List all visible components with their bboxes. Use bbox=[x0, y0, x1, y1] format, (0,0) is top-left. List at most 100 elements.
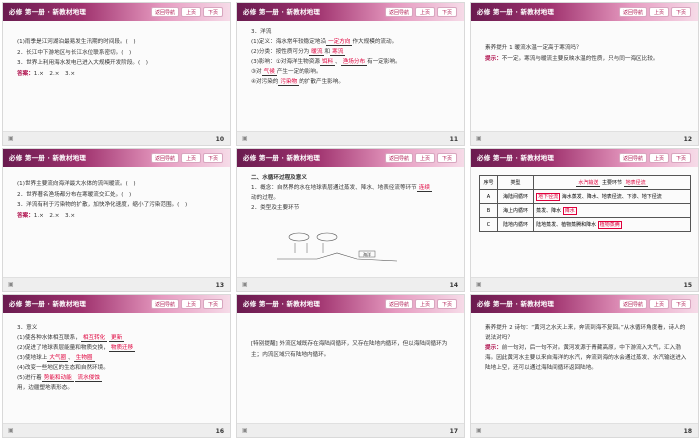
prev-page-button[interactable]: 上页 bbox=[181, 7, 201, 17]
header-title: 必修 第一册 · 新教材地理 bbox=[477, 300, 555, 308]
fill-blank: 大气圈 bbox=[47, 355, 69, 362]
header-title: 必修 第一册 · 新教材地理 bbox=[9, 300, 87, 308]
slide-thumbnail-10[interactable]: 必修 第一册 · 新教材地理 返回导航 上页 下页 (1)雨季是江河湖泊最易发生… bbox=[2, 2, 231, 146]
fill-blank: 一定方向 bbox=[326, 39, 353, 46]
text-line: 动的过程。 bbox=[251, 195, 279, 201]
return-nav-button[interactable]: 返回导航 bbox=[619, 299, 647, 309]
text-line: 作大规模的流动。 bbox=[352, 39, 398, 45]
water-cycle-diagram: 海洋 bbox=[277, 232, 397, 262]
next-page-button[interactable]: 下页 bbox=[203, 153, 223, 163]
next-page-button[interactable]: 下页 bbox=[671, 299, 691, 309]
table-cell: 蒸发、降水 降水 bbox=[533, 203, 691, 218]
answer-text: 1.× 2.× 3.× bbox=[33, 70, 76, 77]
prev-page-button[interactable]: 上页 bbox=[415, 299, 435, 309]
header-title: 必修 第一册 · 新教材地理 bbox=[477, 8, 555, 16]
text-line: 2．长江中下游地区与长江水位联系密切。( ) bbox=[17, 49, 132, 56]
slide-thumbnail-15[interactable]: 必修 第一册 · 新教材地理 返回导航 上页 下页 序号 类型 水汽输送 主要环… bbox=[470, 148, 699, 292]
prev-page-button[interactable]: 上页 bbox=[649, 299, 669, 309]
tip-text: [特别提醒] 外流区域既存在海陆间循环，又存在陆地内循环，但以海陆间循环为主；内… bbox=[251, 341, 448, 358]
header-title: 必修 第一册 · 新教材地理 bbox=[477, 154, 555, 162]
text-line: 有一定影响。 bbox=[367, 59, 401, 65]
fill-blank: 水汽输送 bbox=[576, 180, 601, 187]
slide-thumbnail-11[interactable]: 必修 第一册 · 新教材地理 返回导航 上页 下页 3．洋流 (1)定义：海水常… bbox=[236, 2, 465, 146]
prev-page-button[interactable]: 上页 bbox=[649, 7, 669, 17]
fill-blank: 势能和动能 bbox=[41, 375, 74, 382]
slide-body: 二、水循环过程及意义 1．概念：自然界的水在地球表层通过蒸发、降水、地表径流等环… bbox=[251, 173, 454, 213]
fill-blank: 生物圈 bbox=[73, 355, 95, 362]
prev-page-button[interactable]: 上页 bbox=[649, 153, 669, 163]
slide-thumbnail-16[interactable]: 必修 第一册 · 新教材地理 返回导航 上页 下页 3．意义 (1)使各种水体相… bbox=[2, 294, 231, 438]
next-page-button[interactable]: 下页 bbox=[203, 7, 223, 17]
text-line: (1)使各种水体相互联系， bbox=[17, 335, 81, 341]
slide-footer: ▣ 13 bbox=[3, 277, 230, 291]
return-nav-button[interactable]: 返回导航 bbox=[619, 7, 647, 17]
text-line: (1)雨季是江河湖泊最易发生汛期的时间段。( ) bbox=[17, 39, 136, 45]
slide-thumbnail-14[interactable]: 必修 第一册 · 新教材地理 返回导航 上页 下页 二、水循环过程及意义 1．概… bbox=[236, 148, 465, 292]
table-header-row: 序号 类型 水汽输送 主要环节 地表径流 bbox=[478, 175, 691, 190]
text-line: 1．概念：自然界的水在地球表层通过蒸发、降水、地表径流等环节 bbox=[251, 185, 417, 191]
prev-page-button[interactable]: 上页 bbox=[181, 299, 201, 309]
slide-thumbnail-13[interactable]: 必修 第一册 · 新教材地理 返回导航 上页 下页 (1)世界主要流向海洋最大水… bbox=[2, 148, 231, 292]
table-cell: A bbox=[478, 189, 499, 204]
next-page-button[interactable]: 下页 bbox=[671, 153, 691, 163]
ppt-icon: ▣ bbox=[476, 281, 482, 288]
text-line: 3．洋流 bbox=[251, 29, 272, 35]
prev-page-button[interactable]: 上页 bbox=[181, 153, 201, 163]
slide-body: 3．意义 (1)使各种水体相互联系， 相互转化 更新 (2)促进了地球表层能量和物… bbox=[17, 323, 220, 393]
return-nav-button[interactable]: 返回导航 bbox=[385, 299, 413, 309]
slide-footer: ▣ 16 bbox=[3, 423, 230, 437]
slide-body: [特别提醒] 外流区域既存在海陆间循环，又存在陆地内循环，但以海陆间循环为主；内… bbox=[251, 339, 454, 361]
fill-blank: 地下径流 bbox=[536, 193, 561, 201]
next-page-button[interactable]: 下页 bbox=[437, 299, 457, 309]
ppt-icon: ▣ bbox=[8, 427, 14, 434]
text-line: 产生一定的影响。 bbox=[276, 69, 322, 75]
fill-blank: 气候 bbox=[261, 69, 277, 76]
slide-thumbnail-12[interactable]: 必修 第一册 · 新教材地理 返回导航 上页 下页 素养提升 1 暖流水温一定高… bbox=[470, 2, 699, 146]
slide-header: 必修 第一册 · 新教材地理 返回导航 上页 下页 bbox=[471, 295, 698, 313]
fill-blank: 渔场分布 bbox=[340, 59, 368, 66]
next-page-button[interactable]: 下页 bbox=[437, 7, 457, 17]
prev-page-button[interactable]: 上页 bbox=[415, 7, 435, 17]
return-nav-button[interactable]: 返回导航 bbox=[385, 153, 413, 163]
text-line: (2)分类：按性质可分为 bbox=[251, 49, 310, 55]
header-title: 必修 第一册 · 新教材地理 bbox=[243, 154, 321, 162]
text-line: (3)使地球上 bbox=[17, 355, 48, 361]
fill-blank: 降水 bbox=[562, 207, 577, 215]
slide-thumbnail-18[interactable]: 必修 第一册 · 新教材地理 返回导航 上页 下页 素养提升 2 诗句：“黄河之… bbox=[470, 294, 699, 438]
page-number: 10 bbox=[215, 136, 224, 143]
table-cell: 海陆间循环 bbox=[497, 189, 535, 204]
slide-footer: ▣ 18 bbox=[471, 423, 698, 437]
ppt-icon: ▣ bbox=[242, 281, 248, 288]
return-nav-button[interactable]: 返回导航 bbox=[151, 299, 179, 309]
slide-footer: ▣ 12 bbox=[471, 131, 698, 145]
ppt-icon: ▣ bbox=[242, 135, 248, 142]
text-line: 的扩散产生影响。 bbox=[299, 79, 344, 85]
return-nav-button[interactable]: 返回导航 bbox=[619, 153, 647, 163]
next-page-button[interactable]: 下页 bbox=[437, 153, 457, 163]
text-line: (5)进行着 bbox=[17, 375, 42, 381]
table-header-cell: 水汽输送 主要环节 地表径流 bbox=[533, 175, 691, 190]
table-cell: C bbox=[478, 217, 499, 232]
next-page-button[interactable]: 下页 bbox=[203, 299, 223, 309]
next-page-button[interactable]: 下页 bbox=[671, 7, 691, 17]
table-row: B 海上内循环 蒸发、降水 降水 bbox=[478, 203, 691, 218]
text-line: 用，边疆塑地表形态。 bbox=[17, 385, 73, 391]
page-number: 15 bbox=[683, 282, 692, 289]
return-nav-button[interactable]: 返回导航 bbox=[151, 7, 179, 17]
answer-label: 答案： bbox=[17, 212, 34, 219]
tip-text: 不一定。寒流与暖流主要反映水温的性质，只与同一海区比较。 bbox=[501, 55, 659, 62]
slide-body: 3．洋流 (1)定义：海水常年较稳定地沿 一定方向 作大规模的流动。 (2)分类：按… bbox=[251, 27, 454, 87]
fill-blank: 暖流 bbox=[309, 49, 325, 56]
return-nav-button[interactable]: 返回导航 bbox=[151, 153, 179, 163]
slide-footer: ▣ 11 bbox=[237, 131, 464, 145]
prev-page-button[interactable]: 上页 bbox=[415, 153, 435, 163]
table-cell: 地下径流 海水蒸发、降水、地表径流、下渗、地下径流 bbox=[533, 189, 691, 204]
page-number: 16 bbox=[215, 428, 224, 435]
table-cell: 海上内循环 bbox=[497, 203, 535, 218]
slide-header: 必修 第一册 · 新教材地理 返回导航 上页 下页 bbox=[3, 3, 230, 21]
text-line: 2．世界著名渔场都分布在寒暖流交汇处。( ) bbox=[17, 191, 132, 198]
table-header-cell: 序号 bbox=[478, 175, 499, 190]
page-number: 12 bbox=[683, 136, 692, 143]
slide-thumbnail-17[interactable]: 必修 第一册 · 新教材地理 返回导航 上页 下页 [特别提醒] 外流区域既存在… bbox=[236, 294, 465, 438]
return-nav-button[interactable]: 返回导航 bbox=[385, 7, 413, 17]
